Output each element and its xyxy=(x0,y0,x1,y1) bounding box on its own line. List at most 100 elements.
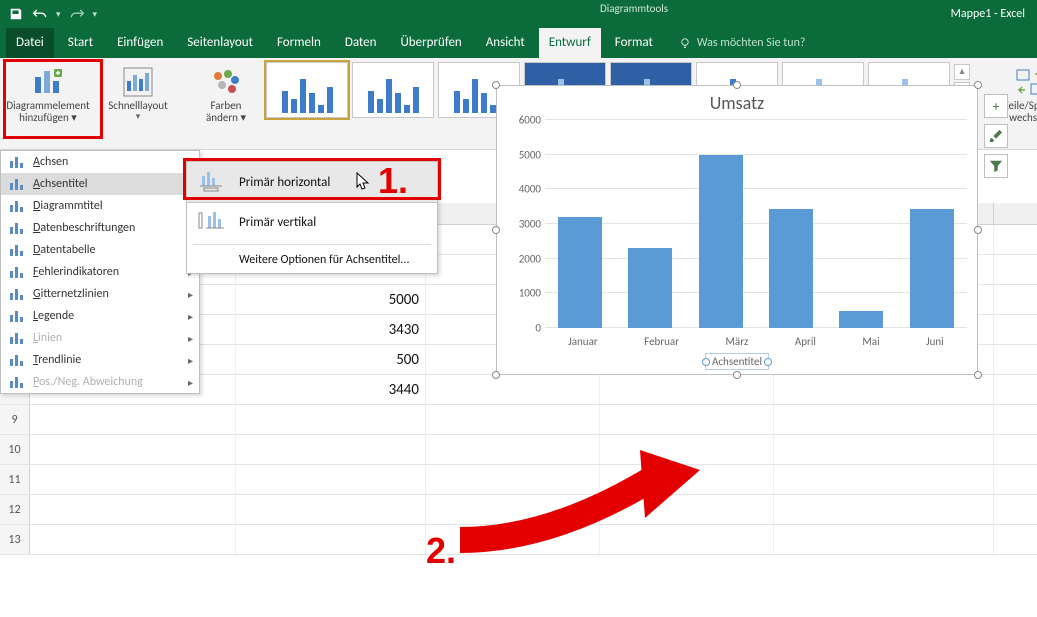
lines-icon xyxy=(9,330,25,346)
cell[interactable] xyxy=(774,495,994,524)
y-tick-label: 5000 xyxy=(519,148,541,161)
selection-handle[interactable] xyxy=(974,226,982,234)
tab-view[interactable]: Ansicht xyxy=(476,28,535,58)
row-header[interactable]: 13 xyxy=(0,525,30,554)
undo-dropdown-icon[interactable]: ▾ xyxy=(56,9,61,20)
bar[interactable] xyxy=(910,209,954,328)
cell[interactable] xyxy=(30,525,236,554)
cell[interactable] xyxy=(774,375,994,404)
add-chart-element-icon xyxy=(32,66,64,98)
menu-item-label: Pos./Neg. Abweichung xyxy=(33,375,143,389)
cell[interactable] xyxy=(774,525,994,554)
submenu-arrow-icon: ▸ xyxy=(188,310,193,323)
annotation-arrow xyxy=(440,440,730,560)
tab-design[interactable]: Entwurf xyxy=(539,28,601,58)
tab-pagelayout[interactable]: Seitenlayout xyxy=(177,28,263,58)
cell[interactable]: 5000 xyxy=(236,285,426,314)
chart-style-2[interactable] xyxy=(352,62,434,118)
tab-formulas[interactable]: Formeln xyxy=(267,28,331,58)
cell[interactable] xyxy=(30,495,236,524)
cell[interactable] xyxy=(774,465,994,494)
row-header[interactable]: 10 xyxy=(0,435,30,464)
cell[interactable] xyxy=(236,435,426,464)
cell[interactable]: 3430 xyxy=(236,315,426,344)
primary-vertical-option[interactable]: Primär vertikal xyxy=(187,202,437,242)
selection-handle[interactable] xyxy=(974,371,982,379)
row-header[interactable]: 12 xyxy=(0,495,30,524)
selection-handle[interactable] xyxy=(492,371,500,379)
title-bar: ▾ ▾ Diagrammtools Mappe1 - Excel xyxy=(0,0,1037,28)
menu-item-lines: Linien▸ xyxy=(1,327,199,349)
add-chart-element-button[interactable]: Diagrammelement hinzufügen ▾ xyxy=(6,62,90,138)
axis-title-placeholder[interactable]: Achsentitel xyxy=(705,353,769,370)
menu-item-axes[interactable]: Achsen▸ xyxy=(1,151,199,173)
y-tick-label: 3000 xyxy=(519,218,541,231)
chart-style-1[interactable] xyxy=(266,62,348,118)
save-icon[interactable] xyxy=(8,6,24,22)
quick-layout-button[interactable]: Schnelllayout ▾ xyxy=(102,62,174,138)
mouse-cursor-icon xyxy=(356,172,370,192)
cell[interactable] xyxy=(236,525,426,554)
more-axis-title-options[interactable]: Weitere Optionen für Achsentitel... xyxy=(187,247,437,273)
menu-item-datalabels[interactable]: Datenbeschriftungen▸ xyxy=(1,217,199,239)
cell[interactable] xyxy=(600,405,774,434)
redo-icon[interactable] xyxy=(69,6,85,22)
chart-elements-button[interactable]: + xyxy=(984,94,1008,118)
menu-item-trendline[interactable]: Trendlinie▸ xyxy=(1,349,199,371)
menu-item-legend[interactable]: Legende ▸ xyxy=(1,305,199,327)
row-header[interactable]: 9 xyxy=(0,405,30,434)
change-colors-button[interactable]: Farben ändern ▾ xyxy=(198,62,254,138)
y-tick-label: 1000 xyxy=(519,287,541,300)
cell[interactable] xyxy=(236,405,426,434)
cell[interactable]: 3440 xyxy=(236,375,426,404)
bar[interactable] xyxy=(558,217,602,328)
selection-handle[interactable] xyxy=(492,81,500,89)
tell-me-search[interactable]: Was möchten Sie tun? xyxy=(679,36,806,50)
selection-handle[interactable] xyxy=(733,81,741,89)
tab-format[interactable]: Format xyxy=(605,28,663,58)
selection-handle[interactable] xyxy=(492,226,500,234)
row-header[interactable]: 11 xyxy=(0,465,30,494)
chart-title[interactable]: Umsatz xyxy=(497,92,977,114)
qat-customize-icon[interactable]: ▾ xyxy=(93,9,98,20)
selection-handle[interactable] xyxy=(733,371,741,379)
selection-handle[interactable] xyxy=(974,81,982,89)
menu-item-charttitle[interactable]: Diagrammtitel▸ xyxy=(1,195,199,217)
menu-item-label: Legende xyxy=(33,309,74,323)
tab-data[interactable]: Daten xyxy=(335,28,387,58)
tab-insert[interactable]: Einfügen xyxy=(107,28,173,58)
chart-filter-button[interactable] xyxy=(984,154,1008,178)
menu-item-datatable[interactable]: Datentabelle▸ xyxy=(1,239,199,261)
cell[interactable] xyxy=(30,435,236,464)
cell[interactable] xyxy=(774,435,994,464)
menu-item-errorbars[interactable]: Fehlerindikatoren▸ xyxy=(1,261,199,283)
undo-icon[interactable] xyxy=(32,6,48,22)
gallery-up-icon[interactable]: ▲ xyxy=(954,64,970,80)
contextual-tab-label: Diagrammtools xyxy=(600,2,668,15)
bar[interactable] xyxy=(839,311,883,328)
cell[interactable] xyxy=(774,405,994,434)
submenu-arrow-icon: ▸ xyxy=(188,332,193,345)
cell[interactable] xyxy=(30,405,236,434)
plot-area[interactable] xyxy=(545,120,967,328)
tab-home[interactable]: Start xyxy=(58,28,103,58)
chart-object[interactable]: Umsatz 0100020003000400050006000 JanuarF… xyxy=(496,85,978,375)
chart-styles-button[interactable] xyxy=(984,124,1008,148)
cell[interactable]: 500 xyxy=(236,345,426,374)
cell[interactable] xyxy=(426,405,600,434)
cell[interactable] xyxy=(426,375,600,404)
bar[interactable] xyxy=(699,155,743,328)
cell[interactable] xyxy=(236,465,426,494)
quick-layout-icon xyxy=(122,66,154,98)
menu-item-updown: Pos./Neg. Abweichung▸ xyxy=(1,371,199,393)
bar[interactable] xyxy=(769,209,813,328)
chart-side-buttons: + xyxy=(984,94,1008,178)
bar[interactable] xyxy=(628,248,672,328)
cell[interactable] xyxy=(236,495,426,524)
cell[interactable] xyxy=(30,465,236,494)
cell[interactable] xyxy=(600,375,774,404)
tab-file[interactable]: Datei xyxy=(6,28,54,58)
tab-review[interactable]: Überprüfen xyxy=(390,28,471,58)
menu-item-axistitles[interactable]: Achsentitel▸ xyxy=(1,173,199,195)
menu-item-gridlines[interactable]: Gitternetzlinien▸ xyxy=(1,283,199,305)
